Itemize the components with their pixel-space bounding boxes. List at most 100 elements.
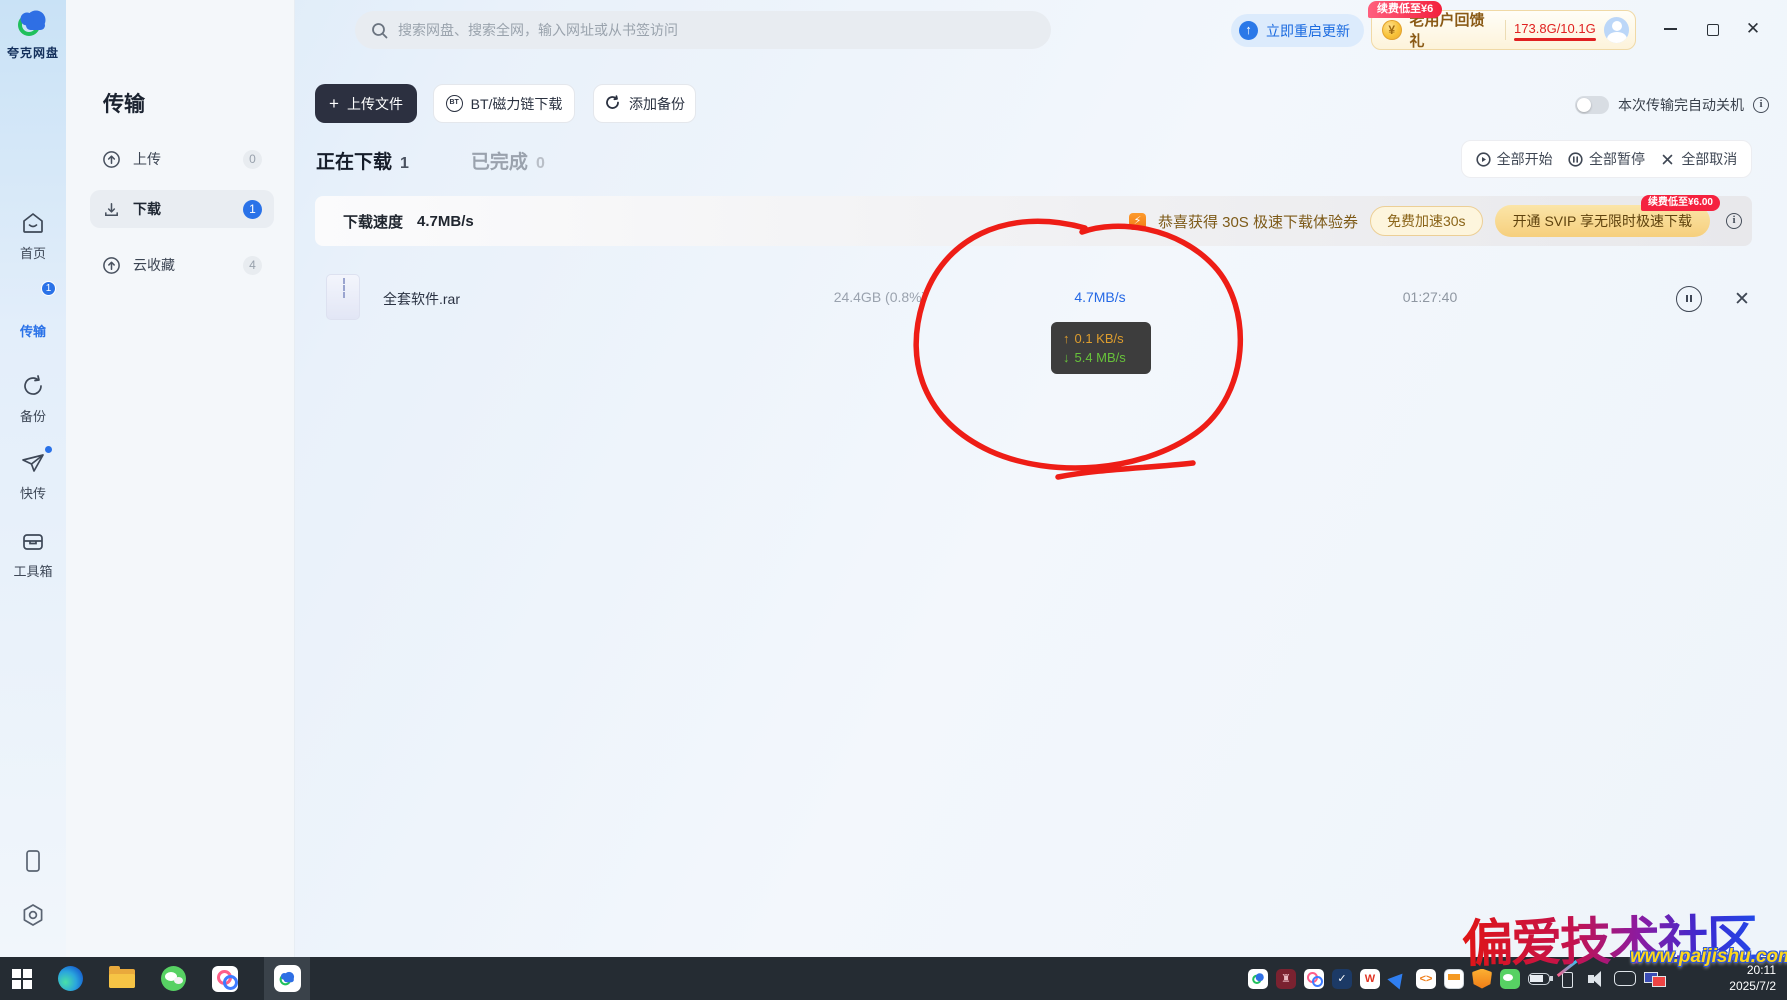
quark-taskbar-active[interactable] xyxy=(264,957,310,1000)
coupon-promo-text: 恭喜获得 30S 极速下载体验券 xyxy=(1158,211,1358,232)
svip-label: 开通 SVIP 享无限时极速下载 xyxy=(1513,213,1692,229)
settings-button[interactable] xyxy=(0,902,66,933)
speed-info-icon[interactable]: i xyxy=(1726,213,1742,229)
bt-magnet-label: BT/磁力链下载 xyxy=(471,94,563,114)
auto-shutdown-toggle[interactable] xyxy=(1575,96,1609,114)
pause-all-button[interactable]: 全部暂停 xyxy=(1568,149,1645,169)
start-all-label: 全部开始 xyxy=(1497,149,1553,169)
pink-launcher-icon[interactable] xyxy=(212,966,238,992)
sidebar-item-upload[interactable]: 上传 0 xyxy=(90,140,274,178)
quark-cloud-icon xyxy=(15,7,51,39)
sidebar-item-download[interactable]: 下载 1 xyxy=(90,190,274,228)
tab-downloading-count: 1 xyxy=(400,155,409,173)
tray-wps-icon[interactable]: W xyxy=(1360,969,1380,989)
paper-plane-icon xyxy=(20,450,46,476)
restart-update-button[interactable]: ↑ 立即重启更新 xyxy=(1231,14,1364,47)
cancel-all-button[interactable]: 全部取消 xyxy=(1660,149,1737,169)
file-download-speed: 4.7MB/s xyxy=(1040,289,1160,305)
tooltip-download-speed: 5.4 MB/s xyxy=(1063,348,1151,367)
tab-completed[interactable]: 已完成 0 xyxy=(471,147,545,174)
backup-sync-icon xyxy=(20,373,46,399)
search-bar[interactable] xyxy=(355,11,1051,49)
app-logo[interactable]: 夸克网盘 xyxy=(0,7,66,61)
minimize-button[interactable] xyxy=(1662,20,1680,38)
file-explorer-icon[interactable] xyxy=(109,969,135,988)
windows-start-button[interactable] xyxy=(12,969,32,989)
refresh-circle-icon xyxy=(604,94,621,114)
upload-file-button[interactable]: + 上传文件 xyxy=(315,84,417,123)
sidebar-item-cloud-collection[interactable]: 云收藏 4 xyxy=(90,246,274,284)
tab-completed-label: 已完成 xyxy=(471,147,528,174)
auto-shutdown-label: 本次传输完自动关机 xyxy=(1618,95,1744,115)
edge-browser-icon[interactable] xyxy=(58,966,83,991)
restore-button[interactable] xyxy=(1703,20,1721,38)
avatar[interactable] xyxy=(1604,17,1629,43)
tray-paper-plane-icon[interactable] xyxy=(1388,969,1408,989)
info-icon[interactable]: i xyxy=(1753,97,1769,113)
upload-circle-icon xyxy=(102,150,121,169)
auto-shutdown-control: 本次传输完自动关机 i xyxy=(1575,95,1769,115)
cancel-download-button[interactable]: ✕ xyxy=(1734,288,1750,311)
tooltip-upload-speed: 0.1 KB/s xyxy=(1063,329,1151,348)
gear-icon xyxy=(20,902,46,928)
cloud-collection-count-badge: 4 xyxy=(243,256,262,275)
rail-item-toolbox[interactable]: 工具箱 xyxy=(0,528,66,580)
file-size-progress: 24.4GB (0.8%) xyxy=(790,289,970,305)
up-arrow-icon: ↑ xyxy=(1239,21,1258,40)
tab-completed-count: 0 xyxy=(536,155,545,173)
mobile-app-button[interactable] xyxy=(0,848,66,879)
svip-upgrade-button[interactable]: 开通 SVIP 享无限时极速下载 续费低至¥6.00 xyxy=(1495,205,1710,237)
taskbar-date: 2025/7/2 xyxy=(1688,978,1776,994)
close-button[interactable]: ✕ xyxy=(1744,20,1762,38)
download-tray-icon xyxy=(102,200,121,219)
tray-code-icon[interactable]: <> xyxy=(1416,969,1436,989)
transfer-icon: 1 xyxy=(20,288,46,314)
search-icon xyxy=(371,22,388,39)
watermark-url: www.paijishu.com xyxy=(1630,946,1787,968)
rar-archive-icon xyxy=(326,274,360,320)
divider xyxy=(1505,20,1506,40)
file-name: 全套软件.rar xyxy=(383,289,460,309)
upload-count-badge: 0 xyxy=(243,150,262,169)
tray-quark-icon[interactable] xyxy=(1248,969,1268,989)
bt-magnet-download-button[interactable]: BT BT/磁力链下载 xyxy=(433,84,575,123)
rail-item-home[interactable]: 首页 xyxy=(0,210,66,262)
rail-item-backup[interactable]: 备份 xyxy=(0,373,66,425)
sidebar-label-download: 下载 xyxy=(133,199,243,219)
wechat-icon[interactable] xyxy=(161,966,186,991)
sidebar-label-cloud-collection: 云收藏 xyxy=(133,255,243,275)
pause-download-button[interactable] xyxy=(1676,286,1702,312)
rail-label-backup: 备份 xyxy=(0,406,66,425)
tray-pink-launcher-icon[interactable] xyxy=(1304,969,1324,989)
app-name: 夸克网盘 xyxy=(0,44,66,61)
speed-tooltip: 0.1 KB/s 5.4 MB/s xyxy=(1051,322,1151,374)
tab-downloading[interactable]: 正在下载 1 xyxy=(316,147,409,174)
transfer-sidebar: 传输 上传 0 下载 1 云收藏 4 xyxy=(66,0,295,957)
download-speed-bar: 下载速度 4.7MB/s ⚡ 恭喜获得 30S 极速下载体验券 免费加速30s … xyxy=(315,196,1752,246)
tray-browser-window-icon[interactable] xyxy=(1444,969,1464,989)
add-backup-label: 添加备份 xyxy=(629,94,685,114)
lightning-coupon-icon: ⚡ xyxy=(1129,213,1146,230)
play-circle-icon xyxy=(1476,152,1491,167)
free-boost-button[interactable]: 免费加速30s xyxy=(1370,206,1483,236)
rail-item-fast-transfer[interactable]: 快传 xyxy=(0,450,66,502)
tab-downloading-label: 正在下载 xyxy=(316,147,392,174)
toolbox-icon xyxy=(20,528,46,554)
batch-actions-bar: 全部开始 全部暂停 全部取消 xyxy=(1461,140,1752,178)
member-gift-button[interactable]: 续费低至¥6 ¥ 老用户回馈礼 173.8G/10.1G xyxy=(1371,10,1636,50)
coin-icon: ¥ xyxy=(1382,20,1402,40)
svip-price-badge: 续费低至¥6.00 xyxy=(1641,195,1720,211)
cancel-all-label: 全部取消 xyxy=(1681,149,1737,169)
transfer-badge: 1 xyxy=(41,281,56,296)
search-input[interactable] xyxy=(398,22,1035,38)
time-remaining: 01:27:40 xyxy=(1380,289,1480,305)
upload-file-label: 上传文件 xyxy=(347,94,403,114)
speed-value: 4.7MB/s xyxy=(417,213,474,230)
tray-v-check-icon[interactable]: ✓ xyxy=(1332,969,1352,989)
add-backup-button[interactable]: 添加备份 xyxy=(593,84,696,123)
rail-item-transfer[interactable]: 1 传输 xyxy=(0,288,66,340)
fast-transfer-dot xyxy=(45,446,52,453)
tray-red-launcher-icon[interactable]: ♜ xyxy=(1276,969,1296,989)
restart-update-label: 立即重启更新 xyxy=(1266,21,1350,41)
start-all-button[interactable]: 全部开始 xyxy=(1476,149,1553,169)
